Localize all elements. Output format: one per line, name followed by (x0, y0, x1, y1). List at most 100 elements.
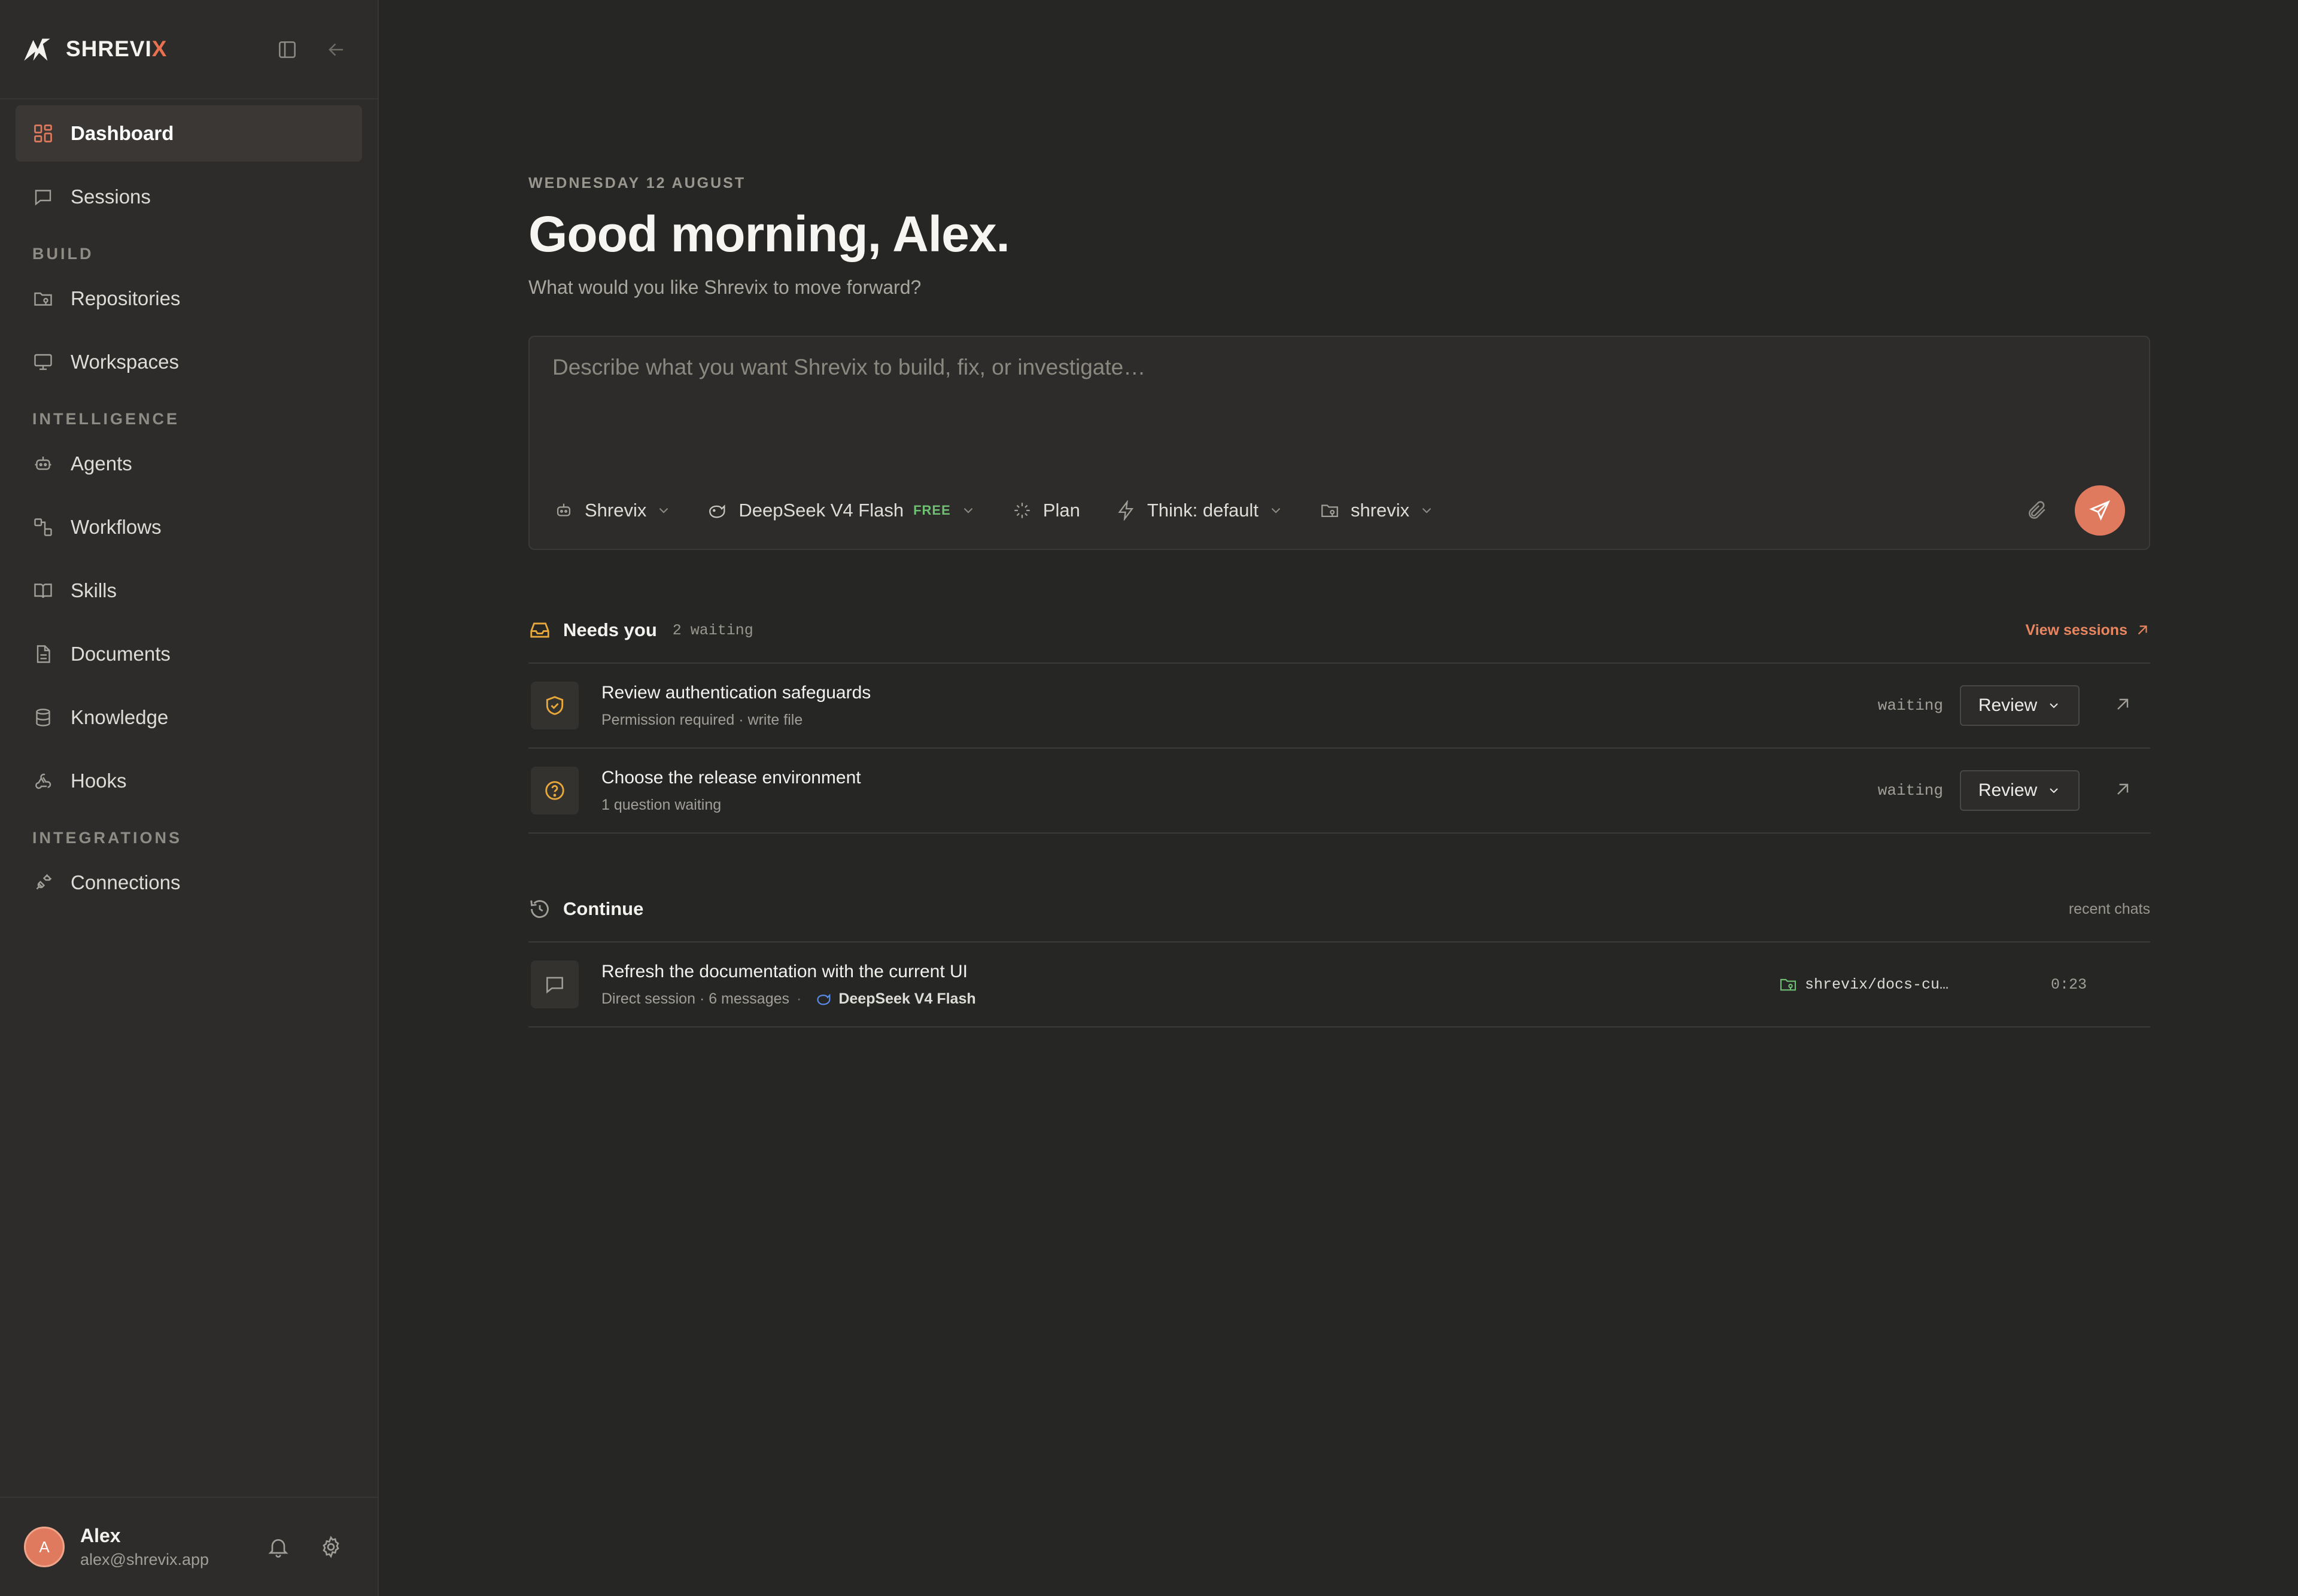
chevron-down-icon (1422, 508, 1431, 513)
bell-icon[interactable] (266, 1535, 290, 1559)
whale-icon (817, 993, 831, 1005)
sidebar-item-workflows[interactable]: Workflows (16, 499, 362, 555)
repo-select-label: shrevix (1350, 500, 1410, 521)
item-subtitle: Permission required · write file (601, 711, 803, 728)
agent-select[interactable]: Shrevix (554, 500, 671, 521)
open-external-icon[interactable] (2113, 780, 2135, 801)
sidebar-item-hooks[interactable]: Hooks (16, 753, 362, 809)
list-item[interactable]: Refresh the documentation with the curre… (528, 943, 2150, 1027)
item-subtitle: 1 question waiting (601, 796, 722, 813)
main-content: WEDNESDAY 12 AUGUST Good morning, Alex. … (379, 0, 2298, 1596)
repo-icon (34, 292, 52, 306)
item-title: Review authentication safeguards (601, 682, 871, 703)
question-icon (531, 767, 579, 814)
list-item[interactable]: Review authentication safeguards Permiss… (528, 664, 2150, 749)
paperclip-icon[interactable] (2026, 499, 2048, 522)
needs-you-section: Needs you 2 waiting View sessions Review… (528, 612, 2150, 834)
waiting-count: 2 waiting (672, 621, 753, 639)
list-item[interactable]: Choose the release environment 1 questio… (528, 749, 2150, 834)
chat-icon (531, 960, 579, 1008)
sidebar-item-connections[interactable]: Connections (16, 855, 362, 911)
sidebar-item-dashboard[interactable]: Dashboard (16, 105, 362, 162)
agent-select-label: Shrevix (585, 500, 647, 521)
repo-icon (1780, 978, 1797, 991)
review-button[interactable]: Review (1960, 685, 2080, 726)
sidebar-item-label: Hooks (71, 770, 127, 792)
chevron-down-icon (1271, 508, 1281, 513)
sidebar-item-label: Repositories (71, 287, 181, 309)
bot-icon (557, 503, 571, 516)
sidebar-item-workspaces[interactable]: Workspaces (16, 334, 362, 390)
arrow-up-right-icon (2138, 625, 2147, 635)
dashboard-icon (34, 124, 52, 142)
repo-select[interactable]: shrevix (1320, 500, 1434, 521)
shield-check-icon (531, 682, 579, 729)
model-label: DeepSeek V4 Flash (816, 990, 976, 1008)
open-external-icon[interactable] (2113, 695, 2135, 716)
sidebar-item-agents[interactable]: Agents (16, 436, 362, 492)
sidebar-item-label: Agents (71, 452, 132, 475)
composer-toolbar: Shrevix DeepSeek V4 Flash FREE Plan Thin… (554, 485, 2125, 536)
section-title: Needs you (563, 619, 657, 640)
plug-icon (36, 874, 52, 890)
sparkle-icon (1014, 503, 1030, 518)
sidebar-item-label: Workflows (71, 516, 162, 538)
think-label: Think: default (1147, 500, 1259, 521)
sidebar-item-label: Sessions (71, 186, 151, 208)
book-icon (34, 583, 52, 598)
model-select[interactable]: DeepSeek V4 Flash FREE (707, 500, 975, 521)
sidebar-item-label: Skills (71, 579, 117, 601)
avatar[interactable]: A (24, 1527, 65, 1567)
duration-label: 0:23 (2050, 975, 2087, 993)
whale-icon (709, 504, 725, 518)
prompt-input[interactable] (552, 355, 2126, 380)
plan-label: Plan (1042, 500, 1080, 521)
chevron-down-icon (963, 508, 972, 513)
brand-header: SHREVIX (0, 0, 378, 99)
recent-chats-label: recent chats (2068, 900, 2150, 917)
sidebar-item-label: Dashboard (71, 122, 174, 144)
sidebar-item-skills[interactable]: Skills (16, 563, 362, 619)
sidebar-item-sessions[interactable]: Sessions (16, 169, 362, 225)
review-button[interactable]: Review (1960, 770, 2080, 811)
user-email: alex@shrevix.app (80, 1551, 209, 1568)
inbox-icon (528, 619, 551, 642)
sidebar-item-label: Documents (71, 643, 171, 665)
brand-name: SHREVIX (66, 37, 168, 61)
send-button[interactable] (2075, 485, 2125, 536)
user-profile[interactable]: A Alex alex@shrevix.app (0, 1497, 378, 1596)
sidebar-item-label: Knowledge (71, 706, 169, 728)
think-select[interactable]: Think: default (1116, 500, 1284, 521)
model-select-label: DeepSeek V4 Flash (738, 500, 904, 521)
section-label-build: BUILD (32, 245, 94, 263)
collapse-arrow-icon[interactable] (325, 38, 348, 61)
item-title: Choose the release environment (601, 767, 861, 788)
plan-toggle[interactable]: Plan (1012, 500, 1080, 521)
chevron-down-icon (2050, 788, 2058, 794)
lightning-icon (1118, 500, 1134, 521)
view-sessions-link[interactable]: View sessions (2026, 622, 2150, 639)
prompt-composer: Shrevix DeepSeek V4 Flash FREE Plan (528, 336, 2150, 550)
sidebar-item-documents[interactable]: Documents (16, 626, 362, 682)
sidebar-item-knowledge[interactable]: Knowledge (16, 689, 362, 746)
user-name: Alex (80, 1525, 121, 1546)
page-subtitle: What would you like Shrevix to move forw… (528, 276, 922, 298)
panel-toggle-icon[interactable] (276, 38, 299, 61)
history-icon (528, 898, 551, 920)
chevron-down-icon (659, 508, 668, 513)
gear-icon[interactable] (319, 1535, 343, 1559)
sidebar: SHREVIX Dashboard Sessions BUILD Reposit… (0, 0, 379, 1596)
repo-label: shrevix/docs-cu… (1779, 975, 1949, 994)
sidebar-item-repositories[interactable]: Repositories (16, 270, 362, 327)
item-subtitle: Direct session · 6 messages · DeepSeek V… (601, 990, 976, 1008)
section-title: Continue (563, 898, 644, 919)
free-badge: FREE (913, 503, 951, 518)
item-title: Refresh the documentation with the curre… (601, 961, 968, 981)
database-icon (36, 709, 50, 726)
page-title: Good morning, Alex. (528, 206, 1010, 262)
continue-section: Continue recent chats Refresh the docume… (528, 891, 2150, 1027)
shrevix-logo-icon[interactable] (22, 34, 53, 65)
send-icon (2089, 500, 2111, 521)
chat-icon (35, 190, 51, 206)
status-badge: waiting (1877, 697, 1943, 715)
